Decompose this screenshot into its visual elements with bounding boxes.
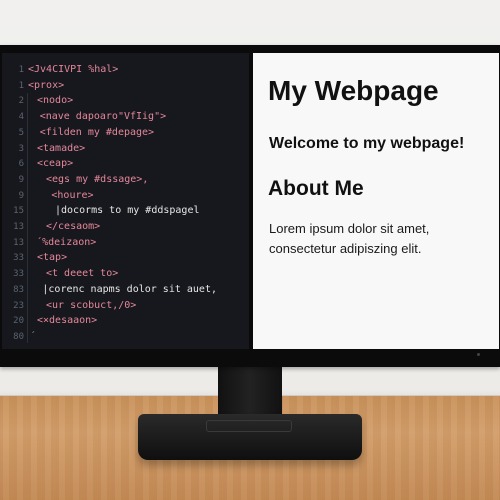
line-number: 13 — [13, 237, 24, 248]
monitor-stand-base — [138, 414, 362, 460]
line-number: 1 — [18, 65, 24, 75]
code-text: <ur scobuct,/0> — [46, 299, 137, 311]
code-text: <egs my #dssage>, — [46, 173, 149, 185]
code-text: <Jv4CIVPI %hal> — [28, 64, 119, 75]
line-number: 23 — [13, 300, 24, 311]
webpage-paragraph: Lorem ipsum dolor sit amet, consectetur … — [269, 221, 430, 256]
line-number: 80 — [13, 331, 24, 342]
line-number: 1 — [18, 80, 24, 91]
monitor-stand-neck — [218, 360, 282, 422]
line-number: 33 — [13, 253, 24, 264]
webpage-title: My Webpage — [268, 75, 439, 106]
power-led-icon — [477, 353, 480, 356]
monitor: 1 <Jv4CIVPI %hal> 1 <prox> 2 <nodo> 4 <nave dap… — [0, 45, 500, 367]
line-number: 33 — [13, 269, 24, 280]
code-editor-pane[interactable]: 1 <Jv4CIVPI %hal> 1 <prox> 2 <nodo> 4 <nave dap… — [2, 53, 249, 349]
line-number: 6 — [18, 159, 24, 170]
line-number: 20 — [13, 316, 24, 327]
code-text: <tap> — [37, 252, 68, 264]
code-text: <ceap> — [37, 158, 74, 170]
code-text: <filden my #depage> — [39, 126, 155, 138]
code-text: <×desaaon> — [37, 315, 98, 327]
line-number: 3 — [18, 143, 24, 154]
webpage-preview-pane: My Webpage Welcome to my webpage! About … — [253, 53, 499, 349]
webpage-welcome-text: Welcome to my webpage! — [269, 135, 465, 152]
code-text: <nodo> — [37, 95, 74, 107]
line-number: 9 — [18, 174, 24, 185]
line-number: 5 — [18, 127, 24, 138]
webpage-about-heading: About Me — [268, 177, 364, 200]
code-text: <t deeet to> — [46, 268, 119, 280]
line-number: 13 — [13, 222, 24, 232]
code-text: <houre> — [51, 189, 94, 201]
code-text: <nave dapoaro"VfIig"> — [39, 111, 167, 123]
code-text: |docorms to my #ddspagel — [55, 205, 200, 217]
code-text: ´%deizaon> — [36, 236, 97, 248]
code-text: <prox> — [28, 79, 65, 91]
line-number: 9 — [18, 190, 24, 201]
line-number: 83 — [13, 284, 24, 295]
line-number: 2 — [18, 96, 24, 107]
code-text: <tamade> — [37, 142, 86, 154]
code-text: </cesaom> — [46, 221, 101, 232]
code-text: |corenc napms dolor sit auet, — [42, 283, 217, 295]
code-text: ´ — [29, 330, 36, 342]
line-number: 4 — [18, 112, 24, 123]
line-number: 15 — [13, 206, 24, 217]
